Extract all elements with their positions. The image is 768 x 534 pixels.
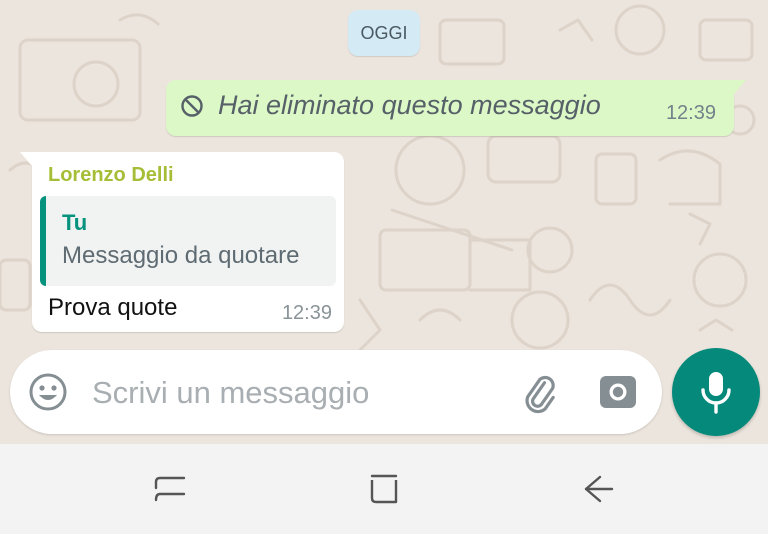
quote-author: Tu — [62, 210, 88, 235]
deleted-message-text: Hai eliminato questo messaggio — [218, 90, 601, 120]
blocked-icon — [181, 95, 203, 117]
recent-apps-button[interactable] — [142, 466, 198, 512]
paperclip-icon[interactable] — [516, 370, 560, 414]
incoming-message[interactable]: Lorenzo Delli Tu Messaggio da quotare Pr… — [20, 152, 344, 332]
sender-name[interactable]: Lorenzo Delli — [48, 164, 174, 187]
camera-icon[interactable] — [598, 372, 638, 412]
quote-accent-bar — [40, 196, 46, 286]
microphone-icon — [701, 372, 731, 414]
navigation-bar — [0, 444, 768, 534]
home-icon — [370, 474, 398, 504]
quoted-message[interactable]: Tu Messaggio da quotare — [40, 196, 336, 286]
message-time: 12:39 — [281, 302, 332, 324]
message-input[interactable] — [90, 368, 494, 418]
bubble-tail — [734, 80, 746, 94]
home-button[interactable] — [356, 466, 412, 512]
emoji-icon[interactable] — [28, 372, 68, 412]
back-button[interactable] — [570, 466, 626, 512]
back-icon — [584, 475, 614, 503]
outgoing-deleted-message[interactable]: Hai eliminato questo messaggio 12:39 — [166, 80, 746, 136]
message-text: Prova quote — [48, 294, 178, 321]
message-composer — [10, 350, 662, 434]
recent-apps-icon — [154, 476, 186, 502]
date-chip: OGGI — [348, 10, 420, 56]
message-time: 12:39 — [665, 102, 716, 124]
quote-text: Messaggio da quotare — [62, 242, 300, 269]
bubble-tail — [20, 152, 32, 166]
voice-message-button[interactable] — [672, 348, 760, 436]
